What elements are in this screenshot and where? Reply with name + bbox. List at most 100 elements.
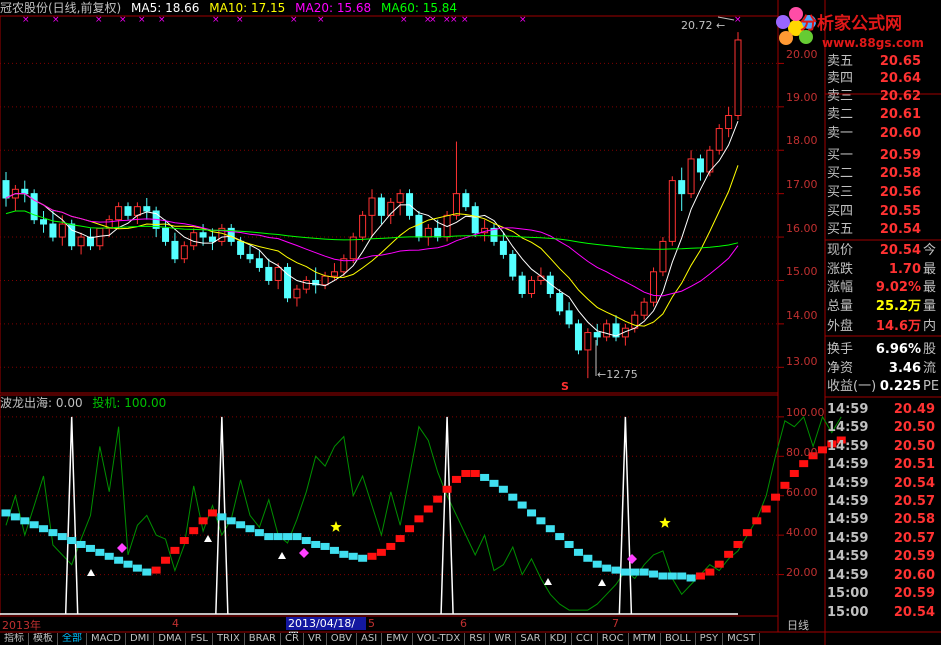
bid-row: 买四 20.55 bbox=[827, 202, 941, 221]
wave-block bbox=[489, 479, 499, 487]
indicator-tab[interactable]: 模板 bbox=[29, 633, 58, 645]
wave-block bbox=[517, 501, 527, 509]
indicator-tab[interactable]: ASI bbox=[357, 633, 383, 645]
indicator-tab[interactable]: EMV bbox=[382, 633, 413, 645]
tick-price: 20.54 bbox=[893, 605, 935, 620]
candle-body bbox=[528, 279, 536, 294]
wave-block bbox=[695, 572, 705, 580]
indicator-tab[interactable]: ROC bbox=[598, 633, 629, 645]
tick-price: 20.59 bbox=[893, 586, 935, 601]
wave-block bbox=[630, 568, 640, 576]
quote-value: 3.46 bbox=[888, 361, 921, 376]
tick-row: 15:00 20.54 bbox=[827, 603, 941, 622]
price-tick: 15.00 bbox=[786, 265, 818, 278]
indicator-tab[interactable]: 指标 bbox=[0, 633, 29, 645]
ask-price: 20.60 bbox=[879, 126, 921, 141]
bid-price: 20.55 bbox=[879, 204, 921, 219]
indicator-tick: 60.00 bbox=[786, 486, 818, 499]
candle-body bbox=[593, 332, 601, 338]
quote-extra: 最 bbox=[923, 262, 937, 277]
wave-block bbox=[705, 568, 715, 576]
indicator-tab[interactable]: BOLL bbox=[661, 633, 696, 645]
indicator-tab[interactable]: MCST bbox=[723, 633, 761, 645]
price-tick: 19.00 bbox=[786, 91, 818, 104]
indicator-tab[interactable]: DMI bbox=[126, 633, 155, 645]
wave-block bbox=[226, 517, 236, 525]
indicator-tab[interactable]: RSI bbox=[465, 633, 491, 645]
candle-body bbox=[255, 258, 263, 268]
ma20-label: MA20: 15.68 bbox=[295, 1, 372, 15]
ask-row: 卖一 20.60 bbox=[827, 124, 941, 143]
buy-triangle bbox=[598, 579, 606, 586]
candle-body bbox=[377, 197, 385, 216]
indicator-tab[interactable]: DMA bbox=[154, 633, 187, 645]
quote-label: 总量 bbox=[827, 299, 854, 314]
wave-block bbox=[329, 546, 339, 554]
bid-row: 买三 20.56 bbox=[827, 183, 941, 202]
indicator-tab[interactable]: TRIX bbox=[213, 633, 245, 645]
indicator-tab[interactable]: PSY bbox=[696, 633, 724, 645]
candle-body bbox=[162, 227, 170, 242]
tick-price: 20.49 bbox=[893, 402, 935, 417]
ask-row: 卖二 20.61 bbox=[827, 105, 941, 124]
indicator-tab[interactable]: FSL bbox=[186, 633, 213, 645]
indicator-tab[interactable]: MACD bbox=[87, 633, 126, 645]
tick-time: 14:59 bbox=[827, 420, 869, 435]
wave-block bbox=[564, 540, 574, 548]
wave-block bbox=[639, 568, 649, 576]
spike-line bbox=[64, 416, 79, 615]
wave-block bbox=[395, 535, 405, 543]
signal-x-marker: × bbox=[317, 15, 325, 25]
candle-body bbox=[546, 275, 554, 294]
indicator-tab[interactable]: KDJ bbox=[546, 633, 572, 645]
wave-block bbox=[799, 460, 809, 468]
date-label-m7: 7 bbox=[612, 617, 619, 630]
indicator-tab[interactable]: WR bbox=[490, 633, 517, 645]
indicator-tab[interactable]: MTM bbox=[629, 633, 661, 645]
candle-body bbox=[424, 227, 432, 238]
price-tick: 17.00 bbox=[786, 178, 818, 191]
candle-body bbox=[171, 240, 179, 260]
indicator-tick: 100.00 bbox=[786, 406, 825, 419]
tick-row: 14:59 20.54 bbox=[827, 474, 941, 493]
wave-block bbox=[658, 572, 668, 580]
quote-extra: 股 bbox=[923, 342, 937, 357]
period-label[interactable]: 日线 bbox=[787, 617, 809, 633]
indicator-tab[interactable]: CCI bbox=[572, 633, 598, 645]
candle-body bbox=[603, 323, 611, 338]
signal-x-marker: × bbox=[52, 15, 60, 25]
tick-row: 14:59 20.49 bbox=[827, 400, 941, 419]
wave-block bbox=[358, 554, 368, 562]
tick-time: 14:59 bbox=[827, 439, 869, 454]
date-label-m6: 6 bbox=[460, 617, 467, 630]
wave-block bbox=[573, 548, 583, 556]
indicator-tab[interactable]: OBV bbox=[327, 633, 357, 645]
indicator-tab[interactable]: VOL-TDX bbox=[413, 633, 466, 645]
sell-signal-mark: S bbox=[561, 380, 569, 393]
indicator-tab[interactable]: SAR bbox=[516, 633, 546, 645]
candle-body bbox=[499, 240, 507, 255]
indicator-tab[interactable]: 全部 bbox=[58, 633, 87, 645]
bid-label: 买三 bbox=[827, 185, 854, 200]
wave-block bbox=[57, 533, 67, 541]
quote-value: 20.54 bbox=[879, 243, 921, 258]
indicator-tab[interactable]: BRAR bbox=[245, 633, 281, 645]
candle-body bbox=[133, 206, 141, 216]
wave-block bbox=[686, 574, 696, 582]
wave-block bbox=[301, 537, 311, 545]
tick-row: 14:59 20.50 bbox=[827, 418, 941, 437]
signal-x-marker: × bbox=[158, 15, 166, 25]
quote-label: 涨跌 bbox=[827, 262, 854, 277]
indicator-tab[interactable]: VR bbox=[304, 633, 327, 645]
candle-body bbox=[509, 253, 517, 277]
quote-label: 收益(一) bbox=[827, 379, 877, 394]
tick-time: 14:59 bbox=[827, 494, 869, 509]
quote-extra: 今 bbox=[923, 243, 937, 258]
ask-price: 20.62 bbox=[879, 89, 921, 104]
wave-block bbox=[498, 485, 508, 493]
ask-row: 卖三 20.62 bbox=[827, 87, 941, 106]
buy-triangle bbox=[204, 535, 212, 542]
candle-body bbox=[58, 223, 66, 238]
indicator-tab[interactable]: CR bbox=[281, 633, 304, 645]
wave-block bbox=[39, 525, 49, 533]
